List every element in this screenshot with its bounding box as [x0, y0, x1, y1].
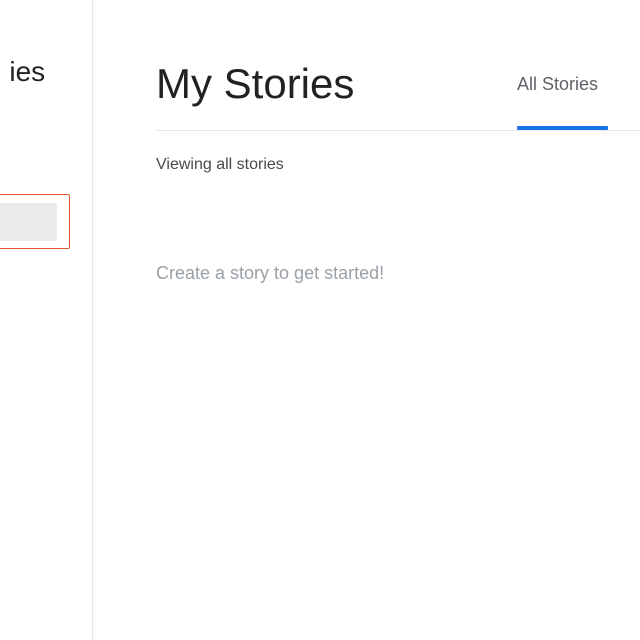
page-title: My Stories — [156, 60, 355, 107]
sidebar-item-placeholder[interactable] — [0, 203, 57, 241]
sidebar-selected-item[interactable] — [0, 194, 70, 249]
sidebar-title: Stories — [9, 56, 46, 87]
app-page: Stories My Stories All Stories Viewing a… — [0, 0, 640, 640]
sidebar: Stories — [0, 0, 93, 640]
header-divider — [156, 130, 640, 131]
filter-status-text: Viewing all stories — [156, 156, 284, 173]
empty-state-message: Create a story to get started! — [156, 263, 385, 283]
tab-all-stories[interactable]: All Stories — [517, 74, 598, 95]
